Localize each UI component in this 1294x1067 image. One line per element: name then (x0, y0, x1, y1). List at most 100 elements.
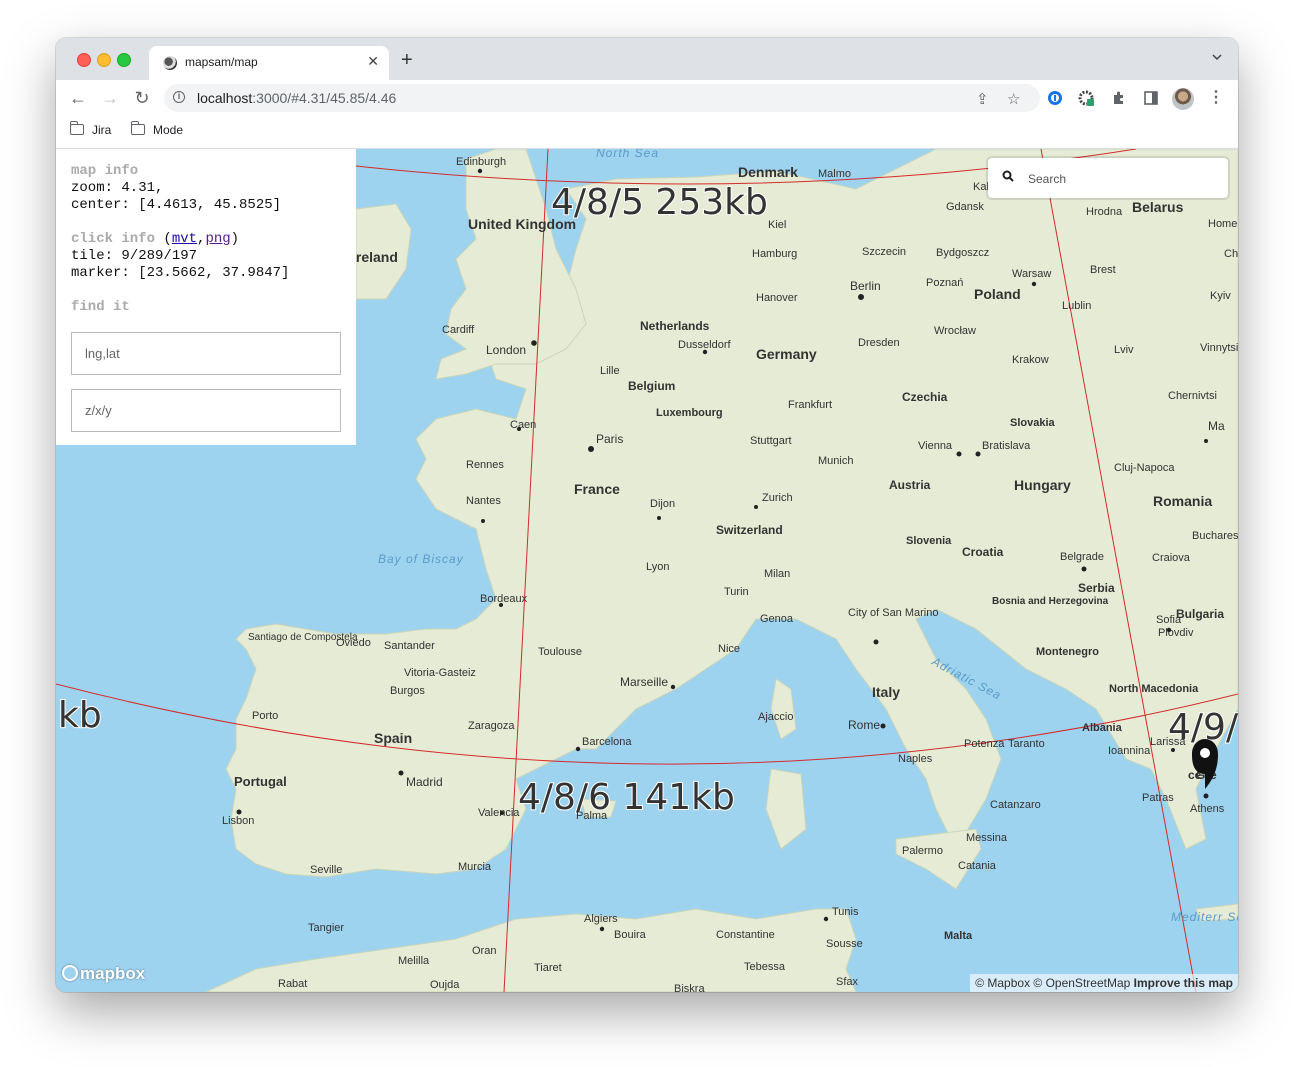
mapbox-logo[interactable]: mapbox (62, 964, 145, 984)
country-label: Hungary (1014, 477, 1071, 493)
svg-text:Chern: Chern (1224, 248, 1238, 260)
svg-text:Krakow: Krakow (1012, 354, 1049, 366)
svg-text:Stuttgart: Stuttgart (750, 435, 792, 447)
extensions-puzzle-icon[interactable] (1111, 90, 1127, 106)
svg-text:Gdansk: Gdansk (946, 201, 984, 213)
svg-text:Sfax: Sfax (836, 976, 859, 988)
country-label: Austria (889, 478, 931, 492)
bookmarks-bar: Jira Mode (56, 116, 1238, 149)
svg-text:Valencia: Valencia (478, 807, 520, 819)
center-value: center: [4.4613, 45.8525] (71, 197, 282, 213)
lnglat-input[interactable] (71, 332, 341, 375)
close-window-button[interactable] (77, 53, 91, 67)
svg-text:Burgos: Burgos (390, 685, 425, 697)
geocoder-search[interactable] (988, 158, 1228, 200)
tab-strip: mapsam/map ✕ + (56, 38, 1238, 80)
svg-text:Edinburgh: Edinburgh (456, 156, 506, 168)
svg-text:Potenza: Potenza (964, 738, 1005, 750)
svg-text:Madrid: Madrid (406, 775, 443, 789)
site-info-icon[interactable]: i (173, 91, 185, 103)
tab-mapsam[interactable]: mapsam/map ✕ (149, 46, 389, 80)
country-label: Belgium (628, 379, 675, 393)
country-label: Netherlands (640, 319, 710, 333)
bookmark-star-icon[interactable]: ☆ (1007, 90, 1020, 108)
svg-text:Kal: Kal (973, 181, 989, 193)
svg-text:Palma: Palma (576, 810, 608, 822)
back-icon[interactable]: ← (68, 88, 88, 108)
search-input[interactable] (1026, 158, 1220, 200)
png-link[interactable]: png (205, 231, 230, 247)
side-panel-icon[interactable] (1143, 90, 1159, 106)
svg-text:Catania: Catania (958, 860, 997, 872)
favicon-icon (163, 56, 177, 70)
svg-text:Genoa: Genoa (760, 613, 794, 625)
extension-gear-icon[interactable] (1078, 90, 1094, 106)
mapbox-logo-icon (62, 965, 78, 981)
svg-text:Dusseldorf: Dusseldorf (678, 339, 732, 351)
country-label: Romania (1153, 493, 1212, 509)
find-it-heading: find it (71, 299, 130, 315)
sea-label: Mediterr Sea (1171, 910, 1238, 924)
svg-text:Oujda: Oujda (430, 979, 460, 991)
svg-text:Patras: Patras (1142, 792, 1174, 804)
paren-open: ( (155, 231, 172, 247)
svg-text:Frankfurt: Frankfurt (788, 399, 832, 411)
minimize-window-button[interactable] (97, 53, 111, 67)
svg-text:Poznań: Poznań (926, 277, 963, 289)
svg-text:Bydgoszcz: Bydgoszcz (936, 247, 989, 259)
svg-text:Santander: Santander (384, 640, 435, 652)
forward-icon[interactable]: → (100, 88, 120, 108)
svg-text:London: London (486, 343, 526, 357)
browser-toolbar: ← → ↻ i localhost:3000/#4.31/45.85/4.46 … (56, 80, 1238, 116)
svg-text:Taranto: Taranto (1008, 738, 1045, 750)
maximize-window-button[interactable] (117, 53, 131, 67)
zxy-input[interactable] (71, 389, 341, 432)
extension-1password-icon[interactable] (1047, 90, 1063, 106)
svg-text:Turin: Turin (724, 586, 749, 598)
folder-icon (131, 121, 145, 135)
close-tab-icon[interactable]: ✕ (367, 53, 379, 70)
info-panel: map info zoom: 4.31, center: [4.4613, 45… (56, 149, 356, 445)
attribution: © Mapbox © OpenStreetMap Improve this ma… (970, 974, 1238, 992)
svg-text:Tebessa: Tebessa (744, 961, 786, 973)
svg-text:Szczecin: Szczecin (862, 246, 906, 258)
svg-text:Cardiff: Cardiff (442, 324, 475, 336)
svg-text:Hrodna: Hrodna (1086, 206, 1123, 218)
address-bar[interactable]: i localhost:3000/#4.31/45.85/4.46 ⇪ ☆ (164, 84, 1040, 112)
svg-text:Plovdiv: Plovdiv (1158, 627, 1194, 639)
svg-text:Oviedo: Oviedo (336, 637, 371, 649)
tab-title: mapsam/map (185, 55, 258, 69)
map-canvas[interactable]: 4/8/5 253kb 4/8/6 141kb kb 4/9/( North S… (56, 149, 1238, 992)
svg-text:Catanzaro: Catanzaro (990, 799, 1041, 811)
svg-text:Seville: Seville (310, 864, 342, 876)
profile-avatar[interactable] (1172, 88, 1194, 110)
bookmark-mode[interactable]: Mode (131, 121, 183, 137)
svg-text:Munich: Munich (818, 455, 853, 467)
url-text[interactable]: localhost:3000/#4.31/45.85/4.46 (197, 90, 396, 106)
search-icon (1002, 170, 1014, 182)
country-label: Poland (974, 286, 1021, 302)
svg-text:Tangier: Tangier (308, 922, 344, 934)
share-icon[interactable]: ⇪ (976, 90, 989, 108)
svg-text:Algiers: Algiers (584, 913, 618, 925)
svg-text:Sofia: Sofia (1156, 614, 1182, 626)
svg-text:Chernivtsi: Chernivtsi (1168, 390, 1217, 402)
improve-map-link[interactable]: Improve this map (1134, 976, 1233, 990)
reload-icon[interactable]: ↻ (132, 88, 152, 108)
browser-window: mapsam/map ✕ + ← → ↻ i localhost:3000/#4… (56, 38, 1238, 992)
country-label: Slovenia (906, 535, 952, 547)
new-tab-button[interactable]: + (401, 50, 413, 70)
svg-text:Lyon: Lyon (646, 561, 669, 573)
svg-text:Zaragoza: Zaragoza (468, 720, 515, 732)
svg-text:Vienna: Vienna (918, 440, 953, 452)
mvt-link[interactable]: mvt (172, 231, 197, 247)
svg-text:Naples: Naples (898, 753, 933, 765)
chevron-down-icon[interactable] (1212, 52, 1222, 62)
menu-icon[interactable]: ⋮ (1206, 88, 1226, 108)
svg-text:Melilla: Melilla (398, 955, 430, 967)
bookmark-jira[interactable]: Jira (70, 121, 111, 137)
svg-text:Vinnytsia: Vinnytsia (1200, 342, 1238, 354)
tile-label-1: 4/8/5 253kb (551, 182, 768, 223)
svg-text:Caen: Caen (510, 419, 536, 431)
country-label: North Macedonia (1109, 683, 1199, 695)
